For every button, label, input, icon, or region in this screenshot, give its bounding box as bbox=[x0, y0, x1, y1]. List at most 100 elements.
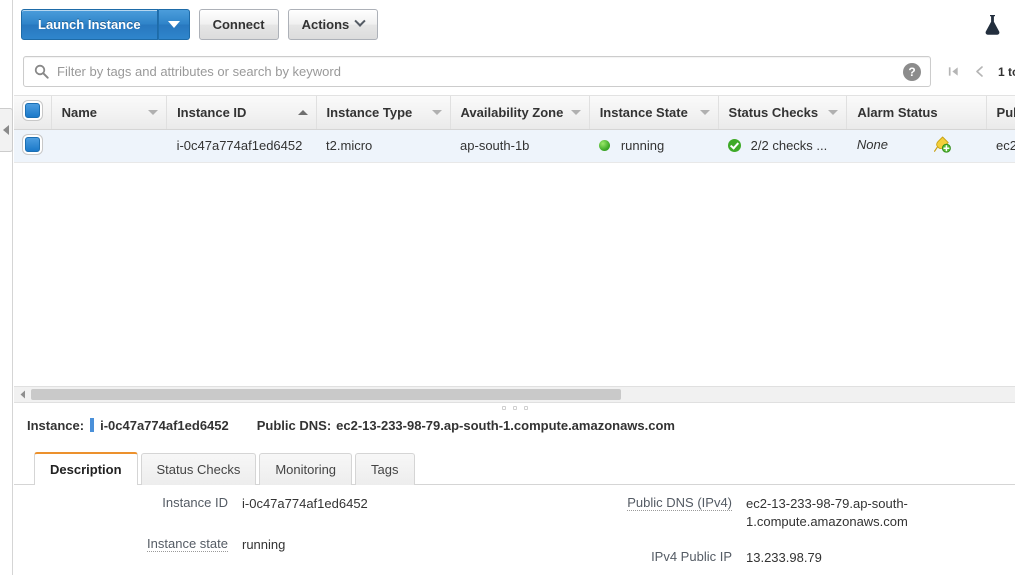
detail-label-text: Public DNS (IPv4) bbox=[627, 495, 732, 511]
detail-column-right: Public DNS (IPv4) ec2-13-233-98-79.ap-so… bbox=[514, 495, 1014, 575]
column-header-availability-zone[interactable]: Availability Zone bbox=[450, 96, 590, 130]
column-header-public-dns[interactable]: Public DNS bbox=[986, 96, 1015, 130]
instances-table: Name Instance ID Instance Type Availabil… bbox=[14, 96, 1015, 163]
help-icon[interactable]: ? bbox=[903, 62, 921, 81]
search-input[interactable] bbox=[57, 64, 903, 79]
detail-label-public-dns: Public DNS (IPv4) bbox=[514, 495, 746, 531]
sort-caret-down-icon bbox=[148, 109, 159, 115]
status-checks-text: 2/2 checks ... bbox=[750, 138, 828, 153]
column-header-instance-id[interactable]: Instance ID bbox=[166, 96, 317, 130]
sort-caret-up-icon bbox=[297, 109, 308, 115]
chevron-down-icon bbox=[167, 20, 180, 28]
scroll-left-arrow-icon[interactable] bbox=[14, 387, 31, 402]
pagination-count: 1 to bbox=[998, 64, 1015, 79]
add-alarm-bell-icon[interactable] bbox=[933, 135, 952, 156]
chevron-down-icon bbox=[354, 15, 366, 27]
table-horizontal-scrollbar[interactable] bbox=[14, 386, 1015, 403]
select-all-checkbox[interactable] bbox=[24, 103, 40, 119]
detail-row-ipv4-public-ip: IPv4 Public IP 13.233.98.79 bbox=[514, 549, 1014, 567]
resize-grip-icon bbox=[501, 406, 528, 410]
connect-button[interactable]: Connect bbox=[198, 8, 279, 40]
sort-caret-down-icon bbox=[699, 109, 710, 115]
cell-instance-type: t2.micro bbox=[316, 129, 451, 163]
detail-label-ipv4-public-ip: IPv4 Public IP bbox=[651, 549, 732, 564]
selected-instance-summary: Instance: i-0c47a774af1ed6452 Public DNS… bbox=[14, 411, 1015, 439]
green-check-icon bbox=[728, 139, 742, 152]
sort-caret-down-icon bbox=[828, 109, 839, 115]
column-header-instance-type[interactable]: Instance Type bbox=[316, 96, 451, 130]
actions-button[interactable]: Actions bbox=[287, 8, 379, 40]
left-rail bbox=[0, 0, 13, 575]
flask-icon bbox=[985, 15, 999, 35]
table-row[interactable]: i-0c47a774af1ed6452 t2.micro ap-south-1b… bbox=[14, 129, 1015, 163]
detail-column-left: Instance ID i-0c47a774af1ed6452 Instance… bbox=[14, 495, 514, 575]
row-select-cell[interactable] bbox=[14, 129, 52, 163]
column-label: Alarm Status bbox=[857, 104, 938, 120]
cell-name bbox=[51, 129, 167, 163]
prev-page-icon[interactable] bbox=[969, 61, 989, 83]
column-label: Instance State bbox=[599, 104, 688, 120]
pagination-controls: 1 to bbox=[943, 61, 1015, 83]
instances-table-container: Name Instance ID Instance Type Availabil… bbox=[14, 96, 1015, 386]
detail-row-instance-id: Instance ID i-0c47a774af1ed6452 bbox=[14, 495, 514, 513]
cell-alarm-status: None bbox=[846, 129, 987, 163]
launch-instance-dropdown-button[interactable] bbox=[157, 8, 190, 40]
summary-instance-id[interactable]: i-0c47a774af1ed6452 bbox=[100, 418, 229, 433]
table-header: Name Instance ID Instance Type Availabil… bbox=[14, 96, 1015, 130]
cell-public-dns: ec2-13-233 bbox=[986, 129, 1015, 163]
select-all-header[interactable] bbox=[14, 96, 52, 130]
column-header-alarm-status[interactable]: Alarm Status bbox=[846, 96, 987, 130]
public-dns-label: Public DNS: bbox=[256, 417, 332, 433]
detail-row-instance-state: Instance state running bbox=[14, 536, 514, 554]
detail-label-text: Instance state bbox=[147, 536, 228, 552]
tab-status-checks[interactable]: Status Checks bbox=[140, 453, 257, 485]
scrollbar-track[interactable] bbox=[31, 389, 1015, 400]
launch-instance-group: Launch Instance bbox=[21, 8, 190, 40]
first-page-icon[interactable] bbox=[943, 61, 963, 83]
detail-label-instance-state: Instance state bbox=[14, 536, 242, 554]
column-label: Name bbox=[61, 104, 98, 120]
search-field-wrapper[interactable]: ? bbox=[23, 56, 931, 87]
launch-instance-button[interactable]: Launch Instance bbox=[21, 8, 158, 40]
row-checkbox[interactable] bbox=[25, 136, 41, 152]
detail-row-public-dns: Public DNS (IPv4) ec2-13-233-98-79.ap-so… bbox=[514, 495, 1014, 531]
tab-monitoring[interactable]: Monitoring bbox=[259, 453, 353, 485]
alarm-status-text: None bbox=[856, 137, 888, 152]
instance-state-text: running bbox=[620, 138, 665, 153]
filter-bar: ? 1 to bbox=[14, 48, 1015, 96]
collapse-arrow-icon bbox=[3, 125, 9, 135]
scrollbar-thumb[interactable] bbox=[31, 389, 621, 400]
cell-availability-zone: ap-south-1b bbox=[450, 129, 590, 163]
column-label: Instance Type bbox=[326, 104, 413, 120]
detail-label-instance-id: Instance ID bbox=[162, 495, 228, 510]
description-panel: Instance ID i-0c47a774af1ed6452 Instance… bbox=[14, 485, 1015, 575]
detail-value-public-dns: ec2-13-233-98-79.ap-south-1.compute.amaz… bbox=[746, 496, 908, 529]
detail-value-ipv4-public-ip: 13.233.98.79 bbox=[746, 550, 822, 565]
detail-tabs: Description Status Checks Monitoring Tag… bbox=[14, 452, 1015, 485]
column-label: Public DNS bbox=[996, 104, 1015, 120]
column-header-status-checks[interactable]: Status Checks bbox=[718, 96, 848, 130]
detail-value-instance-state: running bbox=[242, 537, 286, 552]
column-label: Instance ID bbox=[177, 104, 247, 120]
tab-description[interactable]: Description bbox=[34, 452, 138, 485]
summary-public-dns: ec2-13-233-98-79.ap-south-1.compute.amaz… bbox=[336, 417, 675, 433]
sort-caret-down-icon bbox=[570, 109, 581, 115]
tab-tags[interactable]: Tags bbox=[355, 453, 415, 485]
search-icon bbox=[34, 64, 49, 79]
cell-instance-id: i-0c47a774af1ed6452 bbox=[166, 129, 317, 163]
cell-instance-state: running bbox=[589, 129, 719, 163]
instance-color-swatch bbox=[90, 418, 95, 432]
cell-status-checks: 2/2 checks ... bbox=[718, 129, 847, 163]
column-label: Status Checks bbox=[728, 104, 819, 120]
table-header-row: Name Instance ID Instance Type Availabil… bbox=[14, 96, 1015, 130]
sort-caret-down-icon bbox=[431, 109, 442, 115]
column-header-name[interactable]: Name bbox=[51, 96, 168, 130]
detail-value-instance-id: i-0c47a774af1ed6452 bbox=[242, 496, 368, 511]
ec2-instances-console: Launch Instance Connect Actions Filter b… bbox=[0, 0, 1015, 575]
column-label: Availability Zone bbox=[460, 104, 564, 120]
new-console-flask-button[interactable] bbox=[977, 10, 1007, 40]
instance-label: Instance: bbox=[27, 417, 85, 433]
sidebar-collapse-handle[interactable] bbox=[0, 108, 13, 152]
column-header-instance-state[interactable]: Instance State bbox=[589, 96, 719, 130]
table-body: i-0c47a774af1ed6452 t2.micro ap-south-1b… bbox=[14, 129, 1015, 163]
